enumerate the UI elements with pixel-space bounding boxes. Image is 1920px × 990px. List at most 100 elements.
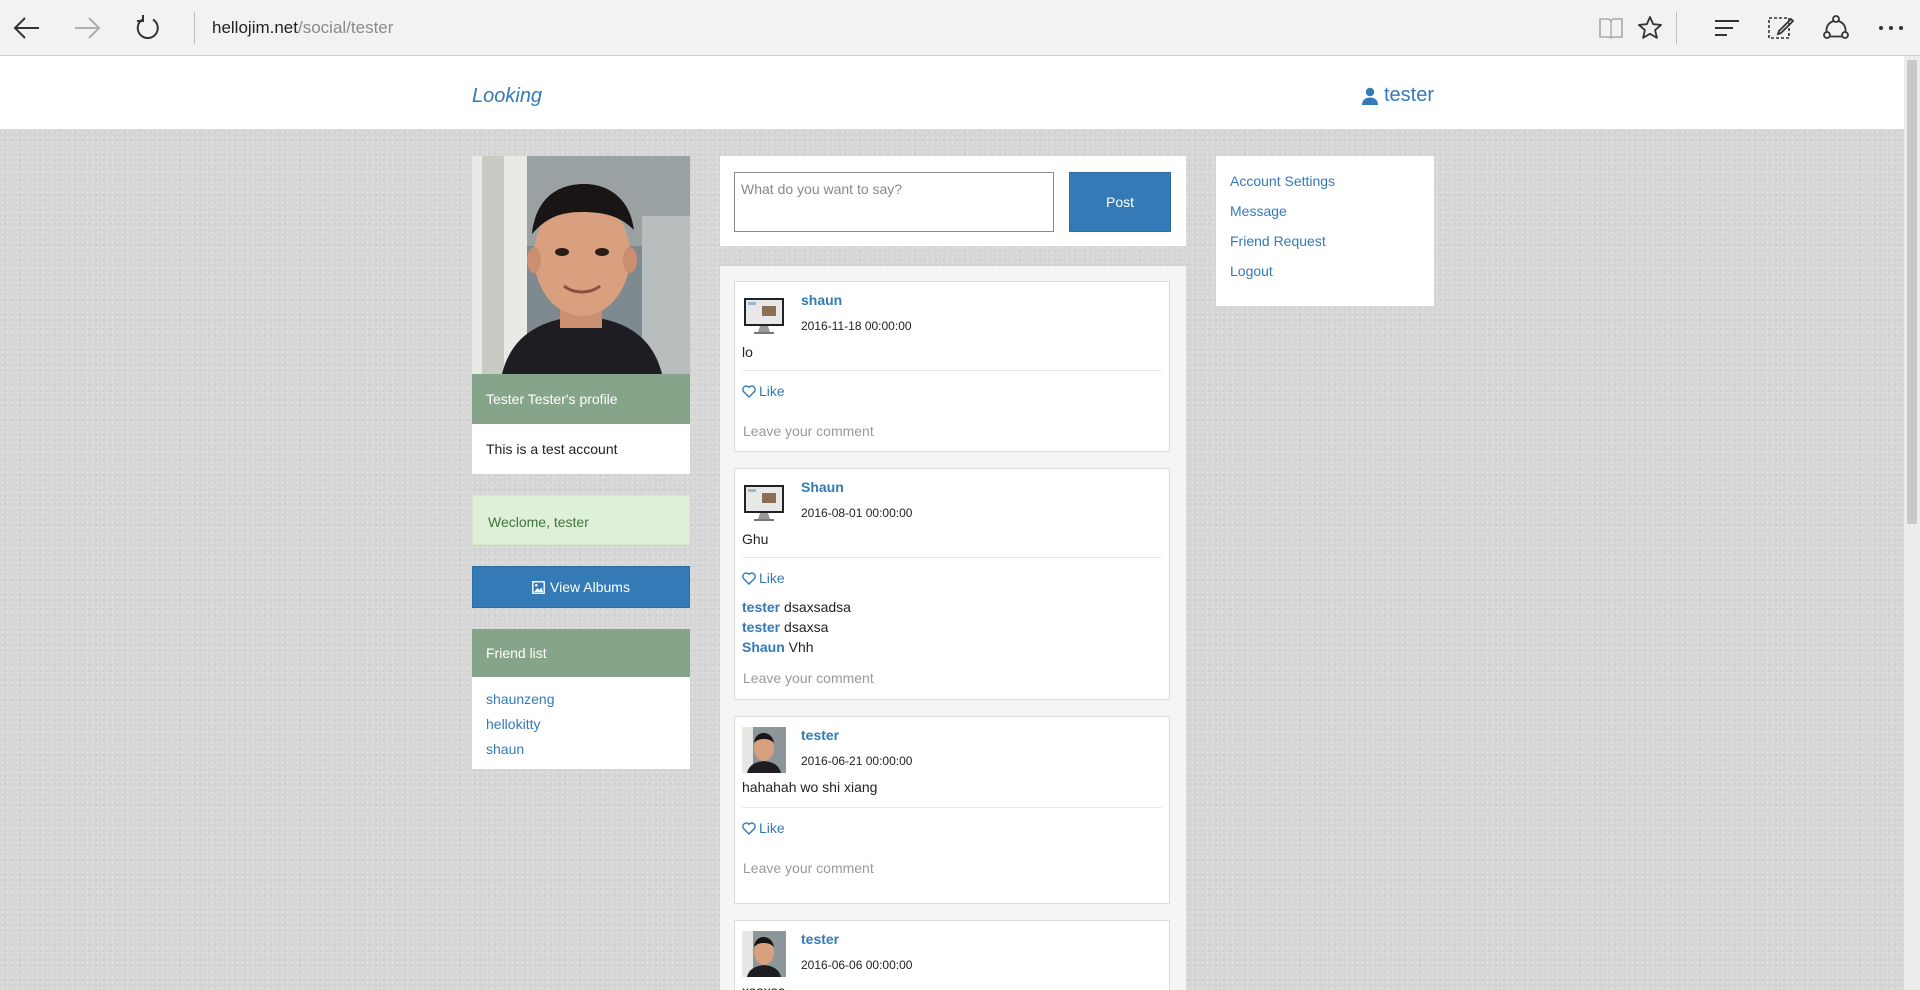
status-input[interactable] (734, 172, 1054, 232)
back-arrow-icon (13, 17, 39, 39)
book-icon (1599, 18, 1623, 39)
comment-item: Shaun Vhh (742, 639, 814, 655)
url-host: hellojim.net (212, 18, 298, 37)
username-label: tester (1384, 84, 1435, 106)
post-avatar (742, 727, 786, 773)
heart-icon (742, 571, 756, 585)
comment-author[interactable]: tester (742, 599, 780, 615)
view-albums-label: View Albums (550, 579, 630, 595)
hub-button[interactable] (1709, 10, 1745, 46)
profile-heading: Tester Tester's profile (472, 374, 690, 424)
post-author[interactable]: Shaun (801, 479, 844, 495)
star-icon (1638, 16, 1662, 39)
profile-portrait-image (472, 156, 690, 374)
heart-icon (742, 384, 756, 398)
picture-icon (532, 580, 545, 594)
post-author[interactable]: tester (801, 931, 839, 947)
friend-list: shaunzeng hellokitty shaun (472, 677, 690, 769)
post-divider (742, 370, 1162, 371)
forward-arrow-icon (75, 17, 101, 39)
comment-text: Vhh (788, 639, 814, 655)
comment-input[interactable] (743, 420, 1143, 442)
web-note-button[interactable] (1763, 10, 1799, 46)
post-divider (742, 807, 1162, 808)
friend-link[interactable]: hellokitty (486, 715, 690, 740)
feed-post: Shaun 2016-08-01 00:00:00 Ghu Like teste… (734, 468, 1170, 700)
toolbar-separator (1676, 12, 1677, 44)
post-avatar (742, 931, 786, 977)
account-settings-link[interactable]: Account Settings (1230, 172, 1434, 202)
pen-note-icon (1768, 17, 1795, 39)
comment-item: tester dsaxsadsa (742, 599, 851, 615)
feed-post: shaun 2016-11-18 00:00:00 lo Like (734, 281, 1170, 452)
address-separator (194, 12, 195, 44)
post-timestamp: 2016-11-18 00:00:00 (801, 319, 912, 333)
address-bar[interactable]: hellojim.net/social/tester (212, 18, 393, 38)
post-author[interactable]: shaun (801, 292, 842, 308)
post-button[interactable]: Post (1069, 172, 1171, 232)
scrollbar-thumb[interactable] (1907, 60, 1917, 524)
comment-author[interactable]: tester (742, 619, 780, 635)
comment-item: tester dsaxsa (742, 619, 828, 635)
welcome-alert: Weclome, tester (472, 495, 690, 545)
like-label: Like (759, 820, 785, 836)
post-avatar (742, 479, 786, 525)
profile-bio: This is a test account (472, 424, 690, 474)
more-button[interactable] (1873, 10, 1909, 46)
comment-author[interactable]: Shaun (742, 639, 785, 655)
user-avatar-image (742, 727, 786, 773)
post-content: xsaxsa (742, 983, 786, 990)
post-composer: Post (720, 156, 1186, 246)
more-dots-icon (1879, 26, 1903, 30)
profile-photo (472, 156, 690, 374)
friend-link[interactable]: shaun (486, 740, 690, 765)
comment-text: dsaxsa (784, 619, 829, 635)
browser-toolbar: hellojim.net/social/tester (0, 0, 1920, 56)
post-timestamp: 2016-06-06 00:00:00 (801, 958, 913, 972)
user-avatar-image (742, 931, 786, 977)
post-author[interactable]: tester (801, 727, 839, 743)
view-albums-button[interactable]: View Albums (472, 566, 690, 608)
post-timestamp: 2016-08-01 00:00:00 (801, 506, 913, 520)
logout-link[interactable]: Logout (1230, 262, 1434, 292)
friend-request-link[interactable]: Friend Request (1230, 232, 1434, 262)
page-scrollbar[interactable] (1904, 56, 1920, 990)
user-icon (1362, 87, 1378, 105)
refresh-button[interactable] (130, 10, 166, 46)
share-button[interactable] (1818, 10, 1854, 46)
comment-input[interactable] (743, 857, 1143, 879)
favorite-button[interactable] (1632, 10, 1668, 46)
reading-view-button[interactable] (1593, 10, 1629, 46)
message-link[interactable]: Message (1230, 202, 1434, 232)
comment-text: dsaxsadsa (784, 599, 851, 615)
post-divider (742, 557, 1162, 558)
like-button[interactable]: Like (742, 383, 785, 399)
post-timestamp: 2016-06-21 00:00:00 (801, 754, 913, 768)
heart-icon (742, 821, 756, 835)
post-avatar (742, 292, 786, 338)
post-content: Ghu (742, 531, 769, 547)
computer-avatar-image (744, 298, 784, 334)
friend-link[interactable]: shaunzeng (486, 690, 690, 715)
comment-input[interactable] (743, 667, 1143, 689)
user-menu-link[interactable]: tester (1362, 84, 1434, 107)
like-button[interactable]: Like (742, 820, 785, 836)
friend-list-heading: Friend list (472, 629, 690, 677)
feed: shaun 2016-11-18 00:00:00 lo Like Shaun … (720, 266, 1186, 990)
account-menu: Account Settings Message Friend Request … (1216, 156, 1434, 306)
site-header: Looking tester (0, 56, 1904, 130)
feed-post: tester 2016-06-21 00:00:00 hahahah wo sh… (734, 716, 1170, 904)
refresh-icon (136, 15, 159, 39)
url-path: /social/tester (298, 18, 394, 37)
hub-lines-icon (1715, 20, 1739, 36)
post-content: hahahah wo shi xiang (742, 779, 878, 795)
share-icon (1823, 15, 1849, 39)
computer-avatar-image (744, 485, 784, 521)
feed-post: tester 2016-06-06 00:00:00 xsaxsa (734, 920, 1170, 990)
forward-button[interactable] (69, 10, 105, 46)
like-label: Like (759, 570, 785, 586)
brand-link[interactable]: Looking (472, 85, 542, 108)
post-content: lo (742, 344, 753, 360)
back-button[interactable] (9, 10, 45, 46)
like-button[interactable]: Like (742, 570, 785, 586)
